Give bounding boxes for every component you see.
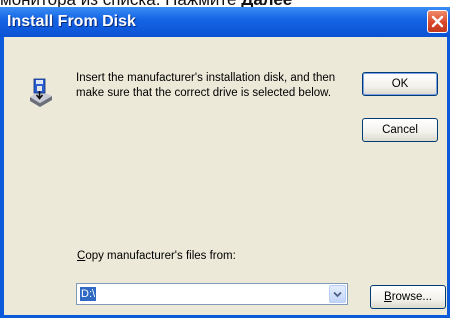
- close-icon: [431, 15, 444, 28]
- dialog-client-area: Insert the manufacturer's installation d…: [4, 37, 447, 315]
- instruction-line-2: make sure that the correct drive is sele…: [76, 87, 332, 99]
- disk-drive-icon: [30, 78, 52, 107]
- ok-button[interactable]: OK: [362, 72, 438, 96]
- close-button[interactable]: [427, 10, 448, 33]
- copy-from-label-text: opy manufacturer's files from:: [85, 250, 236, 262]
- browse-button[interactable]: Browse...: [370, 285, 446, 309]
- chevron-down-icon: [333, 291, 342, 297]
- path-value[interactable]: D:\: [80, 287, 97, 301]
- browse-label: rowse...: [391, 291, 432, 303]
- instruction-text: Insert the manufacturer's installation d…: [76, 71, 346, 101]
- copy-from-label: Copy manufacturer's files from:: [77, 250, 236, 262]
- title-bar[interactable]: Install From Disk: [0, 7, 450, 37]
- dialog-title: Install From Disk: [7, 13, 136, 30]
- path-combobox[interactable]: D:\: [76, 283, 348, 305]
- dropdown-button[interactable]: [329, 285, 346, 303]
- browse-accel: B: [384, 291, 392, 303]
- instruction-line-1: Insert the manufacturer's installation d…: [76, 72, 336, 84]
- cancel-button[interactable]: Cancel: [362, 118, 438, 142]
- install-from-disk-dialog: Install From Disk Insert the manufacture…: [0, 7, 450, 318]
